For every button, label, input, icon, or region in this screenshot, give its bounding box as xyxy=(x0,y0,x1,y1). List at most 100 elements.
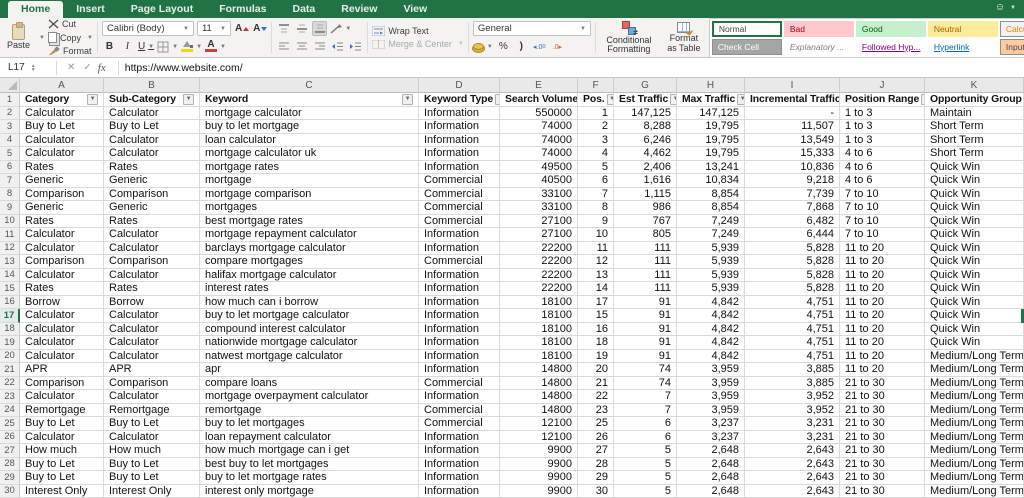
row-number-12[interactable]: 12 xyxy=(0,242,20,256)
grid-cell[interactable]: 11 to 20 xyxy=(840,336,925,350)
grid-cell[interactable]: APR xyxy=(104,363,200,377)
grid-cell[interactable]: apr xyxy=(200,363,419,377)
column-header-cell[interactable]: Est Traffic▼ xyxy=(614,93,677,107)
grid-cell[interactable]: 3,952 xyxy=(745,390,840,404)
grid-cell[interactable]: 27100 xyxy=(500,215,578,229)
grid-cell[interactable]: 13,241 xyxy=(677,161,745,175)
grid-cell[interactable]: 2,648 xyxy=(677,471,745,485)
grid-cell[interactable]: 550000 xyxy=(500,107,578,121)
grid-cell[interactable]: 147,125 xyxy=(614,107,677,121)
ribbon-tab-formulas[interactable]: Formulas xyxy=(206,1,279,18)
grid-cell[interactable]: barclays mortgage calculator xyxy=(200,242,419,256)
grid-cell[interactable]: Rates xyxy=(104,161,200,175)
grid-cell[interactable]: 29 xyxy=(578,471,614,485)
grid-cell[interactable]: 111 xyxy=(614,269,677,283)
grid-cell[interactable]: 9,218 xyxy=(745,174,840,188)
grid-cell[interactable]: Medium/Long Term xyxy=(925,417,1024,431)
grid-cell[interactable]: 2,643 xyxy=(745,471,840,485)
grid-cell[interactable]: 3,237 xyxy=(677,431,745,445)
grid-cell[interactable]: 22200 xyxy=(500,242,578,256)
grid-cell[interactable]: Information xyxy=(419,363,500,377)
grid-cell[interactable]: 30 xyxy=(578,485,614,498)
row-number-8[interactable]: 8 xyxy=(0,188,20,202)
grid-cell[interactable]: 4 to 6 xyxy=(840,147,925,161)
grid-cell[interactable]: 14800 xyxy=(500,363,578,377)
wrap-text-button[interactable]: Wrap Text xyxy=(372,26,463,36)
grid-cell[interactable]: 6,444 xyxy=(745,228,840,242)
grid-cell[interactable]: 5,828 xyxy=(745,282,840,296)
column-header-cell[interactable]: Search Volume↓▾ xyxy=(500,93,578,107)
grid-cell[interactable]: 14800 xyxy=(500,377,578,391)
grid-cell[interactable]: 3,885 xyxy=(745,377,840,391)
grid-cell[interactable]: Information xyxy=(419,336,500,350)
grid-cell[interactable]: Commercial xyxy=(419,255,500,269)
grid-cell[interactable]: Quick Win xyxy=(925,174,1024,188)
grid-cell[interactable]: 7 to 10 xyxy=(840,188,925,202)
cell-style-bad[interactable]: Bad xyxy=(784,21,854,37)
grid-cell[interactable]: 11 to 20 xyxy=(840,242,925,256)
grid-cell[interactable]: 13,549 xyxy=(745,134,840,148)
grid-cell[interactable]: Medium/Long Term xyxy=(925,444,1024,458)
grid-cell[interactable]: compare mortgages xyxy=(200,255,419,269)
grid-cell[interactable]: 22200 xyxy=(500,282,578,296)
grid-cell[interactable]: compound interest calculator xyxy=(200,323,419,337)
column-header-A[interactable]: A xyxy=(20,78,104,93)
grid-cell[interactable]: 6 xyxy=(614,417,677,431)
grid-cell[interactable]: 74000 xyxy=(500,134,578,148)
grid-cell[interactable]: Calculator xyxy=(20,431,104,445)
grid-cell[interactable]: 18100 xyxy=(500,323,578,337)
grid-cell[interactable]: Information xyxy=(419,296,500,310)
grid-cell[interactable]: halifax mortgage calculator xyxy=(200,269,419,283)
grid-cell[interactable]: Buy to Let xyxy=(20,417,104,431)
grid-cell[interactable]: 767 xyxy=(614,215,677,229)
grid-cell[interactable]: 5 xyxy=(614,471,677,485)
underline-button[interactable]: U▼ xyxy=(138,39,154,54)
row-number-10[interactable]: 10 xyxy=(0,215,20,229)
row-number-15[interactable]: 15 xyxy=(0,282,20,296)
grid-cell[interactable]: 9900 xyxy=(500,444,578,458)
grid-cell[interactable]: Calculator xyxy=(104,242,200,256)
grid-cell[interactable]: 10,836 xyxy=(745,161,840,175)
grid-cell[interactable]: 27100 xyxy=(500,228,578,242)
grid-cell[interactable]: 12100 xyxy=(500,431,578,445)
grid-cell[interactable]: mortgage comparison xyxy=(200,188,419,202)
bold-button[interactable]: B xyxy=(102,39,117,54)
row-number-13[interactable]: 13 xyxy=(0,255,20,269)
grid-cell[interactable]: 11 to 20 xyxy=(840,350,925,364)
grid-cell[interactable]: Calculator xyxy=(104,228,200,242)
grid-cell[interactable]: 3 xyxy=(578,134,614,148)
row-number-26[interactable]: 26 xyxy=(0,431,20,445)
borders-button[interactable]: ▼ xyxy=(157,39,178,54)
grid-cell[interactable]: Information xyxy=(419,242,500,256)
grid-cell[interactable]: 6 xyxy=(578,174,614,188)
grid-cell[interactable]: Remortgage xyxy=(20,404,104,418)
grid-cell[interactable]: Calculator xyxy=(20,269,104,283)
grid-cell[interactable]: Buy to Let xyxy=(104,417,200,431)
grid-cell[interactable]: 5 xyxy=(614,485,677,498)
grid-cell[interactable]: Calculator xyxy=(104,336,200,350)
copy-button[interactable]: Copy ▼ xyxy=(48,32,93,43)
grid-cell[interactable]: 2,648 xyxy=(677,444,745,458)
grid-cell[interactable]: how much can i borrow xyxy=(200,296,419,310)
grid-cell[interactable]: Calculator xyxy=(104,309,200,323)
align-center-button[interactable] xyxy=(294,39,309,54)
grid-cell[interactable]: Medium/Long Term xyxy=(925,377,1024,391)
paste-button[interactable]: Paste xyxy=(4,24,33,50)
grid-cell[interactable]: Information xyxy=(419,350,500,364)
cell-style-explanatory-[interactable]: Explanatory ... xyxy=(784,39,854,55)
grid-cell[interactable]: 19 xyxy=(578,350,614,364)
grid-cell[interactable]: buy to let mortgages xyxy=(200,417,419,431)
grid-cell[interactable]: 7 to 10 xyxy=(840,228,925,242)
grid-cell[interactable]: Rates xyxy=(104,215,200,229)
row-number-29[interactable]: 29 xyxy=(0,471,20,485)
grid-cell[interactable]: Calculator xyxy=(20,350,104,364)
grid-cell[interactable]: 1 to 3 xyxy=(840,107,925,121)
grid-cell[interactable]: Information xyxy=(419,431,500,445)
grid-cell[interactable]: 3,959 xyxy=(677,377,745,391)
grid-cell[interactable]: 26 xyxy=(578,431,614,445)
row-number-5[interactable]: 5 xyxy=(0,147,20,161)
row-number-28[interactable]: 28 xyxy=(0,458,20,472)
grid-cell[interactable]: 3,231 xyxy=(745,417,840,431)
row-number-14[interactable]: 14 xyxy=(0,269,20,283)
grid-cell[interactable]: 805 xyxy=(614,228,677,242)
